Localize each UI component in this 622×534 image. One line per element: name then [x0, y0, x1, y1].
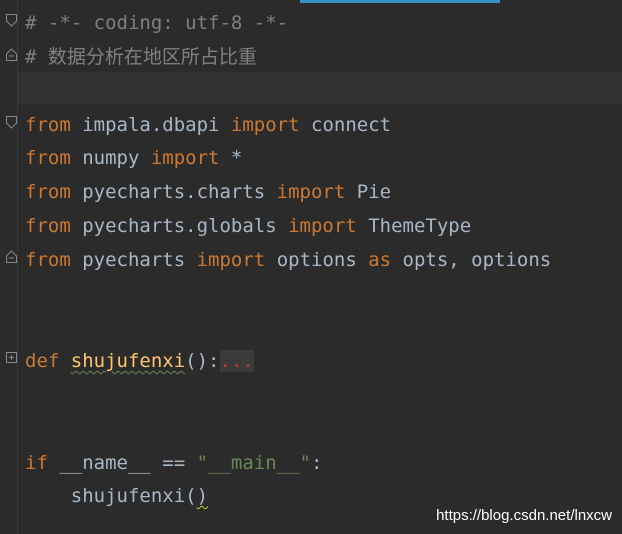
colon: : — [311, 452, 323, 474]
fold-open-icon[interactable] — [6, 14, 17, 27]
keyword: import — [276, 181, 346, 203]
expand-fold-icon[interactable] — [6, 352, 17, 363]
keyword: def — [25, 350, 60, 372]
keyword: from — [25, 147, 71, 169]
module-name: impala.dbapi — [70, 114, 231, 136]
imported-name: ThemeType — [356, 215, 472, 237]
watermark: https://blog.csdn.net/lnxcw — [436, 507, 612, 524]
keyword: import — [150, 147, 220, 169]
module-name: pyecharts — [70, 249, 197, 271]
code-line-import[interactable]: from impala.dbapi import connect — [25, 110, 391, 140]
imported-name: connect — [299, 114, 392, 136]
code-line-import[interactable]: from numpy import * — [25, 143, 242, 173]
fold-open-icon[interactable] — [6, 116, 17, 129]
code-line-comment[interactable]: # 数据分析在地区所占比重 — [25, 42, 257, 72]
keyword: from — [25, 181, 71, 203]
keyword: import — [196, 249, 266, 271]
imported-name: * — [219, 147, 243, 169]
code-line-call[interactable]: shujufenxi() — [25, 481, 208, 511]
code-line-import[interactable]: from pyecharts.charts import Pie — [25, 177, 391, 207]
folded-code-placeholder[interactable]: ... — [219, 350, 254, 372]
keyword: as — [368, 249, 392, 271]
open-paren: ( — [185, 485, 197, 507]
keyword: if — [25, 452, 48, 474]
code-line-import[interactable]: from pyecharts import options as opts, o… — [25, 245, 551, 275]
code-editor[interactable]: # -*- coding: utf-8 -*- # 数据分析在地区所占比重 fr… — [0, 0, 622, 534]
code-line-def[interactable]: def shujufenxi():... — [25, 346, 254, 376]
module-name: pyecharts.charts — [70, 181, 277, 203]
function-call-name[interactable]: shujufenxi — [71, 485, 185, 507]
imported-name: Pie — [345, 181, 392, 203]
fold-close-icon[interactable] — [6, 250, 17, 263]
imported-name: options — [265, 249, 369, 271]
keyword: import — [230, 114, 300, 136]
code-line-comment[interactable]: # -*- coding: utf-8 -*- — [25, 8, 288, 38]
keyword: from — [25, 249, 71, 271]
string-literal: "__main__" — [196, 452, 311, 474]
imported-alias: opts, options — [391, 249, 552, 271]
module-name: pyecharts.globals — [70, 215, 289, 237]
def-signature: (): — [185, 350, 220, 372]
keyword: import — [288, 215, 357, 237]
current-line-highlight — [18, 72, 622, 104]
keyword: from — [25, 215, 71, 237]
fold-close-icon[interactable] — [6, 48, 17, 61]
function-name[interactable]: shujufenxi — [71, 350, 185, 372]
module-name: numpy — [70, 147, 151, 169]
code-line-if[interactable]: if __name__ == "__main__": — [25, 448, 322, 478]
close-paren: ) — [196, 485, 209, 507]
code-line-import[interactable]: from pyecharts.globals import ThemeType — [25, 211, 471, 241]
keyword: from — [25, 114, 71, 136]
scroll-indicator — [300, 0, 500, 3]
condition: __name__ == — [47, 452, 197, 474]
